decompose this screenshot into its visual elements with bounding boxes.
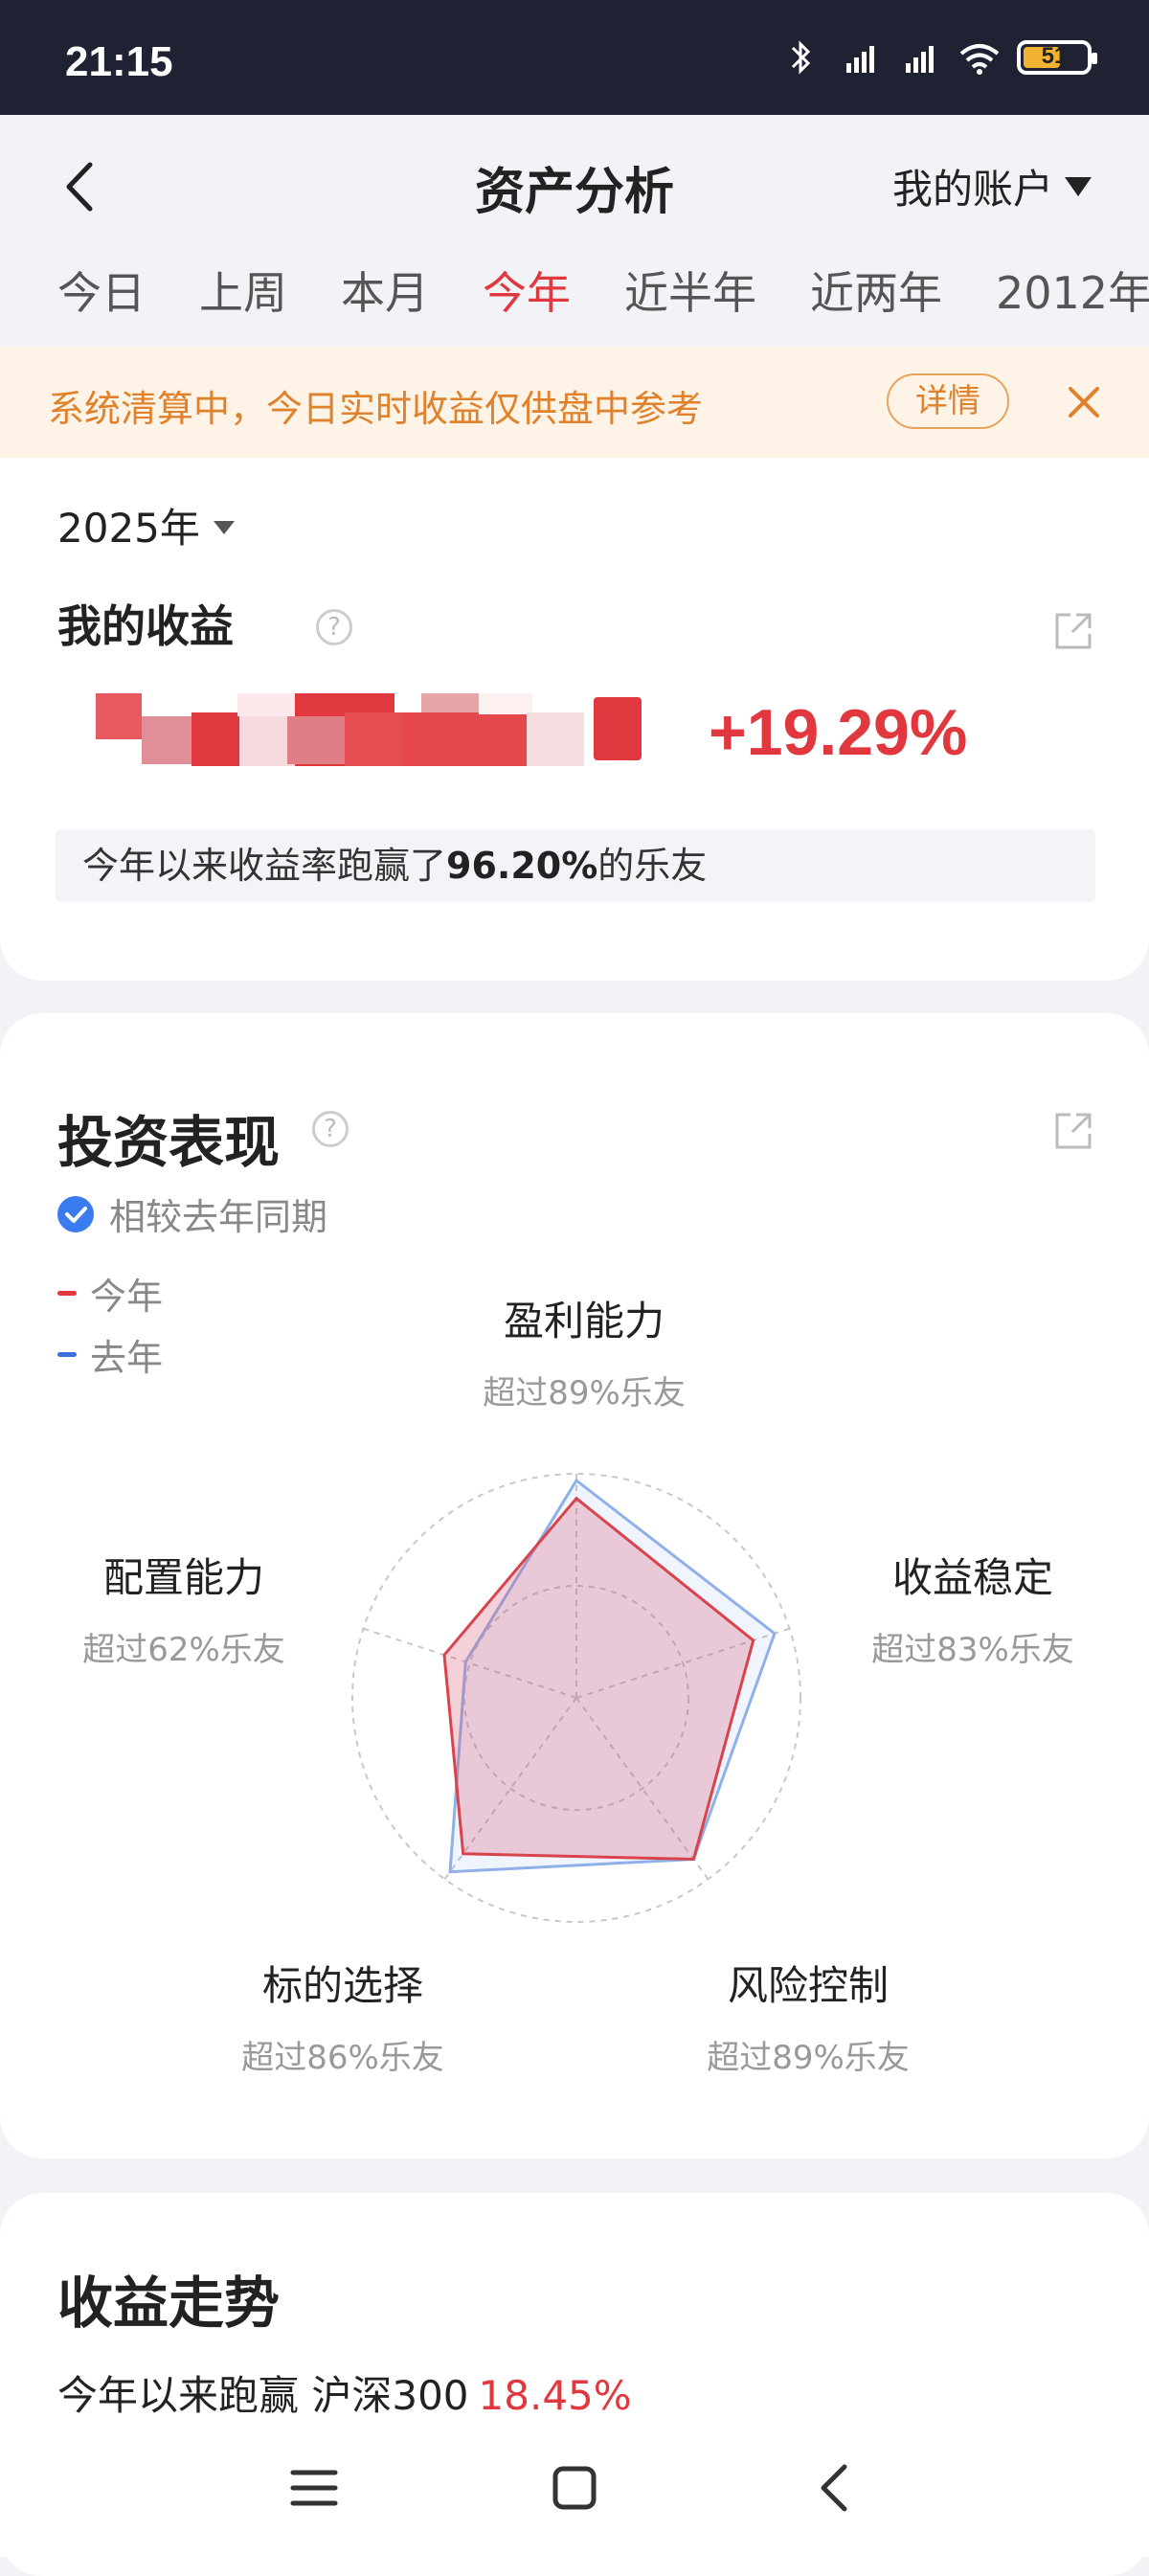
- radar-label-selection: 标的选择 超过86%乐友: [241, 1962, 444, 2077]
- share-icon[interactable]: [1051, 609, 1095, 653]
- menu-icon[interactable]: [285, 2459, 343, 2517]
- tab-two-years[interactable]: 近两年: [810, 259, 942, 322]
- notice-text: 系统清算中，今日实时收益仅供盘中参考: [48, 388, 704, 430]
- tab-last-week[interactable]: 上周: [199, 259, 287, 322]
- account-label: 我的账户: [891, 166, 1053, 213]
- period-tabs: 今日 上周 本月 今年 近半年 近两年 2012年: [57, 259, 1149, 322]
- tab-this-month[interactable]: 本月: [341, 259, 429, 322]
- header: 资产分析 我的账户 今日 上周 本月 今年 近半年 近两年 2012年: [0, 115, 1149, 354]
- battery-icon: 51: [1017, 40, 1097, 75]
- return-percentage: +19.29%: [709, 696, 968, 769]
- bluetooth-icon: [791, 40, 811, 75]
- notice-bar: 系统清算中，今日实时收益仅供盘中参考 详情: [0, 347, 1149, 458]
- signal-icon-2: [906, 46, 934, 73]
- masked-income-amount: [57, 688, 661, 783]
- section-title: 收益走势: [57, 2271, 281, 2336]
- radar-label-allocation: 配置能力 超过62%乐友: [82, 1554, 285, 1669]
- radar-series-this-year: [442, 1496, 755, 1862]
- performance-card: 投资表现 ? 相较去年同期 今年 去年 盈利能力 超过89%乐友 收益稳定 超过…: [0, 1013, 1149, 2158]
- status-bar: 21:15 51: [0, 0, 1149, 115]
- status-icons: 51: [779, 38, 1097, 77]
- income-card: 2025年 我的收益 ? +19.29% 今年以来收益率跑赢了96.20%的乐友: [0, 458, 1149, 981]
- detail-button[interactable]: 详情: [887, 373, 1009, 429]
- radar-label-stability: 收益稳定 超过83%乐友: [871, 1554, 1074, 1669]
- back-icon[interactable]: [806, 2459, 864, 2517]
- system-nav-bar: [0, 2417, 1149, 2557]
- close-icon[interactable]: [1057, 375, 1111, 429]
- rank-banner: 今年以来收益率跑赢了96.20%的乐友: [56, 829, 1095, 902]
- year-selector[interactable]: 2025年: [57, 496, 235, 554]
- tab-2012[interactable]: 2012年: [996, 259, 1149, 322]
- radar-label-profit: 盈利能力 超过89%乐友: [483, 1298, 686, 1412]
- signal-icon: [846, 46, 874, 73]
- clock: 21:15: [65, 38, 173, 85]
- dropdown-icon: [1065, 176, 1092, 196]
- help-icon[interactable]: ?: [316, 609, 352, 645]
- wifi-icon: [959, 44, 1000, 75]
- radar-label-risk: 风险控制 超过89%乐友: [707, 1962, 910, 2077]
- dropdown-icon: [213, 520, 235, 534]
- year-label: 2025年: [57, 505, 200, 552]
- trend-subtitle: 今年以来跑赢 沪深300 18.45%: [57, 2372, 632, 2419]
- tab-this-year[interactable]: 今年: [483, 259, 571, 322]
- home-icon[interactable]: [546, 2459, 603, 2517]
- tab-half-year[interactable]: 近半年: [624, 259, 756, 322]
- account-selector[interactable]: 我的账户: [892, 157, 1092, 215]
- income-label: 我的收益: [57, 600, 234, 652]
- tab-today[interactable]: 今日: [57, 259, 146, 322]
- trend-value: 18.45%: [478, 2372, 632, 2419]
